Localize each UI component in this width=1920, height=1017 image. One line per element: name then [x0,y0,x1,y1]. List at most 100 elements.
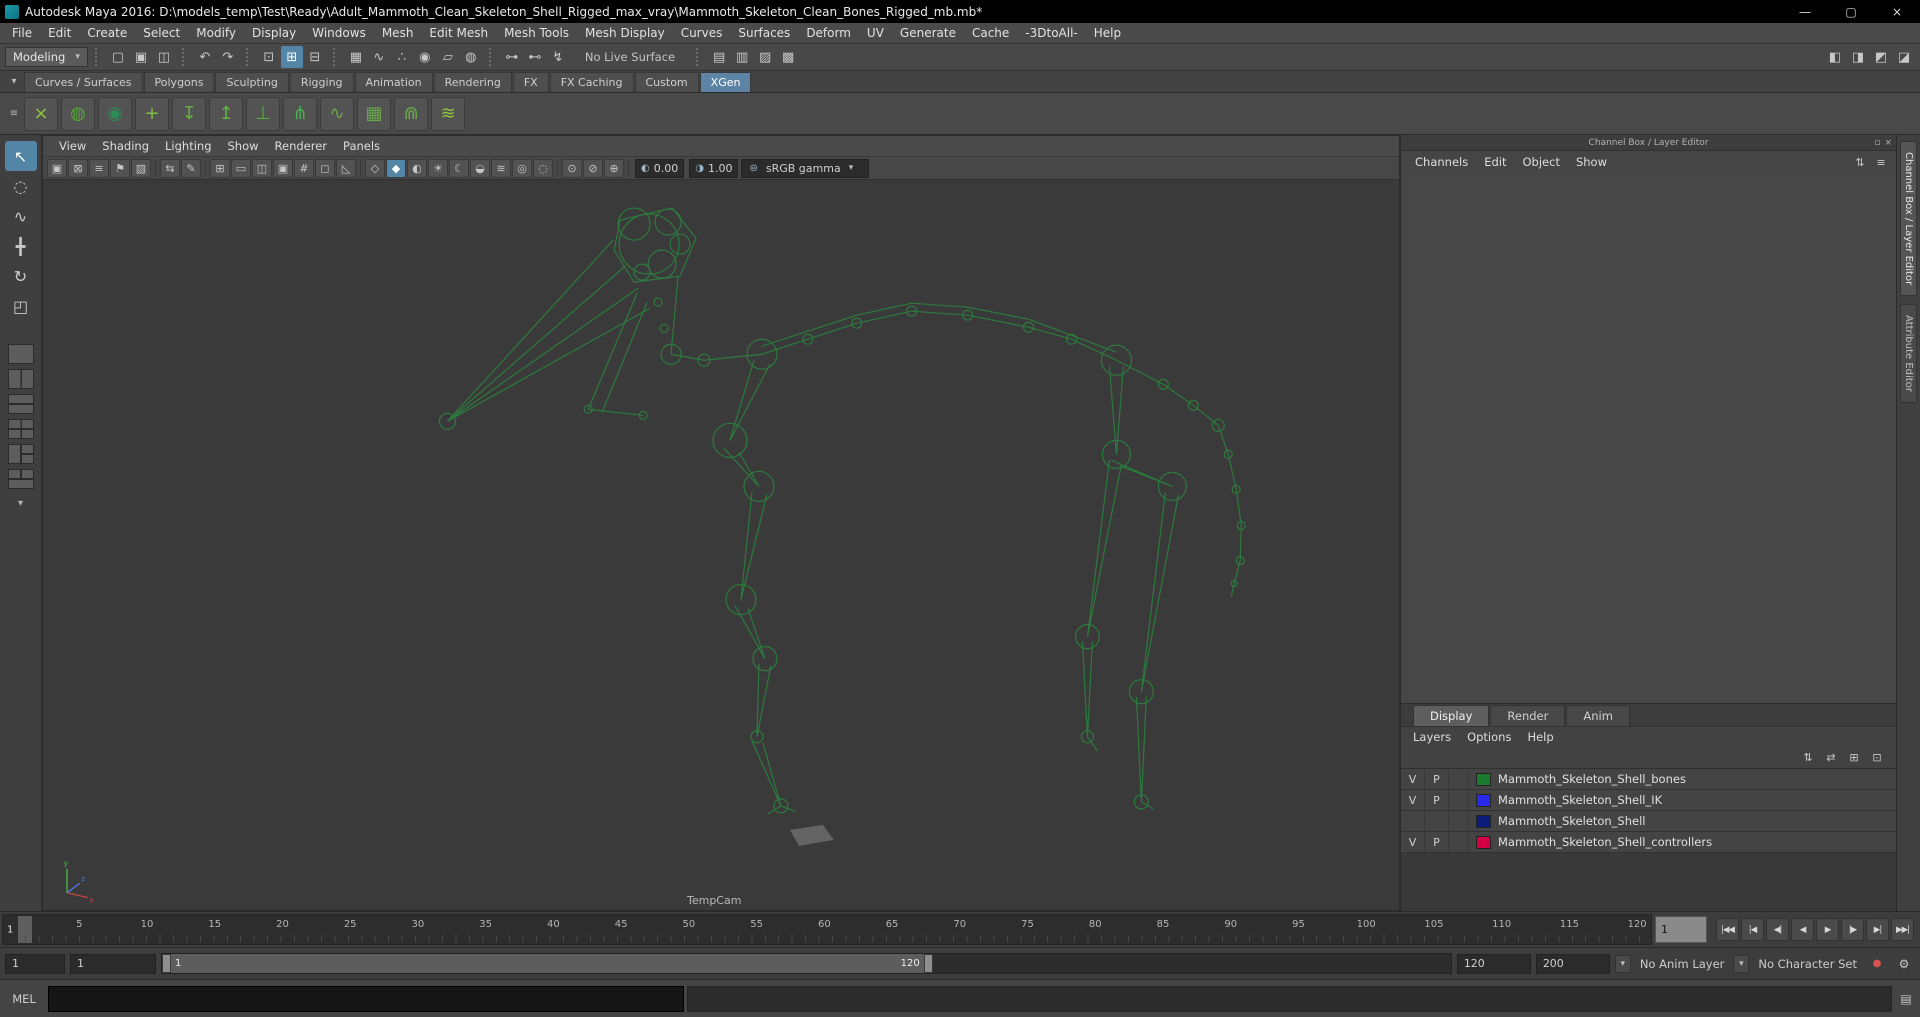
make-live-icon[interactable]: ◍ [460,46,482,68]
menu-item[interactable]: Mesh Display [577,26,673,40]
screen-space-ao-icon[interactable]: ◒ [470,158,490,178]
xgen-place-guides-icon[interactable]: ⋔ [283,96,317,131]
layer-editor-menu[interactable]: Layers [1405,730,1459,744]
panel-menu-item[interactable]: Show [220,139,267,153]
sidebar-vertical-tab[interactable]: Channel Box / Layer Editor [1900,141,1917,297]
xgen-create-description-icon[interactable]: ◍ [61,96,95,131]
toggle-channel-box-icon[interactable]: ◪ [1893,46,1915,68]
more-layouts-button[interactable]: ▾ [18,498,23,509]
use-all-lights-icon[interactable]: ☀ [428,158,448,178]
toggle-tool-settings-icon[interactable]: ◩ [1870,46,1892,68]
menu-item[interactable]: File [4,26,40,40]
channel-stats-icon[interactable]: ≡ [1872,153,1890,171]
xray-icon[interactable]: ⊘ [583,158,603,178]
layer-editor-menu[interactable]: Help [1519,730,1561,744]
layers-sort-icon[interactable]: ⇅ [1799,748,1817,766]
range-start-handle[interactable] [162,954,171,973]
scale-tool[interactable]: ◰ [5,291,37,321]
anim-layer-menu-button[interactable]: ▾ [1614,954,1631,973]
shelf-tab[interactable]: Curves / Surfaces [24,72,143,92]
character-set-selector[interactable]: No Character Set [1754,957,1861,971]
input-connections-icon[interactable]: ⊶ [501,46,523,68]
film-gate-icon[interactable]: ▭ [231,158,251,178]
wireframe-icon[interactable]: ◇ [365,158,385,178]
channel-box-menu[interactable]: Object [1515,155,1568,169]
layout-three-panes-split-bottom-button[interactable] [7,469,34,489]
layer-editor-tab[interactable]: Render [1490,705,1566,726]
isolate-select-icon[interactable]: ⊙ [562,158,582,178]
layer-playback-toggle[interactable]: P [1425,832,1449,852]
open-render-view-icon[interactable]: ▤ [708,46,730,68]
layer-playback-toggle[interactable]: P [1425,769,1449,789]
xray-joints-icon[interactable]: ⊕ [604,158,624,178]
step-back-one-key-button[interactable]: |◀ [1741,918,1764,941]
toolbar-grip[interactable] [94,48,100,66]
toolbar-grip[interactable] [245,48,251,66]
shadows-icon[interactable]: ☾ [449,158,469,178]
command-line-input[interactable] [48,985,684,1012]
close-button[interactable]: × [1874,0,1920,23]
move-tool[interactable]: ╋ [5,231,37,261]
minimize-button[interactable]: — [1782,0,1828,23]
snap-to-points-icon[interactable]: ∴ [391,46,413,68]
layout-two-panes-stacked-button[interactable] [7,394,34,414]
step-forward-one-key-button[interactable]: ▶| [1866,918,1889,941]
textured-icon[interactable]: ◐ [407,158,427,178]
xgen-clump-icon[interactable]: ⋒ [394,96,428,131]
layer-row[interactable]: Mammoth_Skeleton_Shell [1401,811,1896,832]
xgen-export-patches-icon[interactable]: ↥ [209,96,243,131]
toolbar-grip[interactable] [181,48,187,66]
go-to-playback-end-button[interactable]: ▶▶| [1891,918,1914,941]
resolution-gate-icon[interactable]: ◫ [252,158,272,178]
menu-item[interactable]: Cache [964,26,1017,40]
new-scene-icon[interactable]: ▢ [107,46,129,68]
layout-three-panes-split-left-button[interactable] [7,444,34,464]
output-connections-icon[interactable]: ⊷ [524,46,546,68]
anti-aliasing-icon[interactable]: ≋ [491,158,511,178]
safe-action-icon[interactable]: ◻ [315,158,335,178]
channel-box-menu[interactable]: Channels [1407,155,1476,169]
anim-layer-selector[interactable]: No Anim Layer [1636,957,1729,971]
select-camera-icon[interactable]: ▣ [47,158,67,178]
layer-color-swatch[interactable] [1476,814,1491,828]
layout-two-panes-side-by-side-button[interactable] [7,369,34,389]
layer-name[interactable]: Mammoth_Skeleton_Shell_IK [1498,793,1662,807]
menu-item[interactable]: Create [79,26,135,40]
playback-range-bar[interactable]: 1 120 [162,954,933,973]
menu-item[interactable]: Modify [188,26,244,40]
panel-menu-item[interactable]: Panels [335,139,388,153]
layer-row[interactable]: V P Mammoth_Skeleton_Shell_IK [1401,790,1896,811]
step-forward-one-frame-button[interactable]: |▶ [1841,918,1864,941]
field-chart-icon[interactable]: # [294,158,314,178]
rotate-tool[interactable]: ↻ [5,261,37,291]
channel-box-body[interactable] [1401,173,1896,703]
exposure-control[interactable]: ◐ 0.00 [635,158,685,178]
select-component-icon[interactable]: ⊟ [304,46,326,68]
menu-item[interactable]: Mesh Tools [496,26,577,40]
xgen-guide-tool-icon[interactable]: ⊥ [246,96,280,131]
channel-box-menu[interactable]: Edit [1476,155,1514,169]
xgen-add-collection-icon[interactable]: + [135,96,169,131]
current-time-field[interactable] [1655,916,1707,943]
playback-end-field[interactable] [1456,953,1531,974]
panel-menu-item[interactable]: Lighting [157,139,219,153]
layer-visibility-toggle[interactable]: V [1401,832,1425,852]
menu-item[interactable]: Deform [798,26,859,40]
undo-icon[interactable]: ↶ [194,46,216,68]
range-end-handle[interactable] [923,954,933,973]
menu-item[interactable]: Surfaces [730,26,798,40]
shelf-tab[interactable]: Rendering [433,72,512,92]
auto-keyframe-toggle[interactable]: ● [1866,953,1888,975]
layer-name[interactable]: Mammoth_Skeleton_Shell_bones [1498,772,1686,786]
xgen-sphere-groom-icon[interactable]: ◉ [98,96,132,131]
layer-visibility-toggle[interactable]: V [1401,790,1425,810]
menu-item[interactable]: Edit [40,26,79,40]
redo-icon[interactable]: ↷ [217,46,239,68]
select-tool[interactable]: ↖ [4,141,37,171]
viewport-canvas[interactable]: y x z TempCam [43,180,1399,910]
gate-mask-icon[interactable]: ▣ [273,158,293,178]
select-hierarchy-icon[interactable]: ⊡ [258,46,280,68]
channel-slider-mode-icon[interactable]: ⇅ [1851,153,1869,171]
depth-of-field-icon[interactable]: ◎ [512,158,532,178]
layer-color-swatch[interactable] [1476,835,1491,849]
